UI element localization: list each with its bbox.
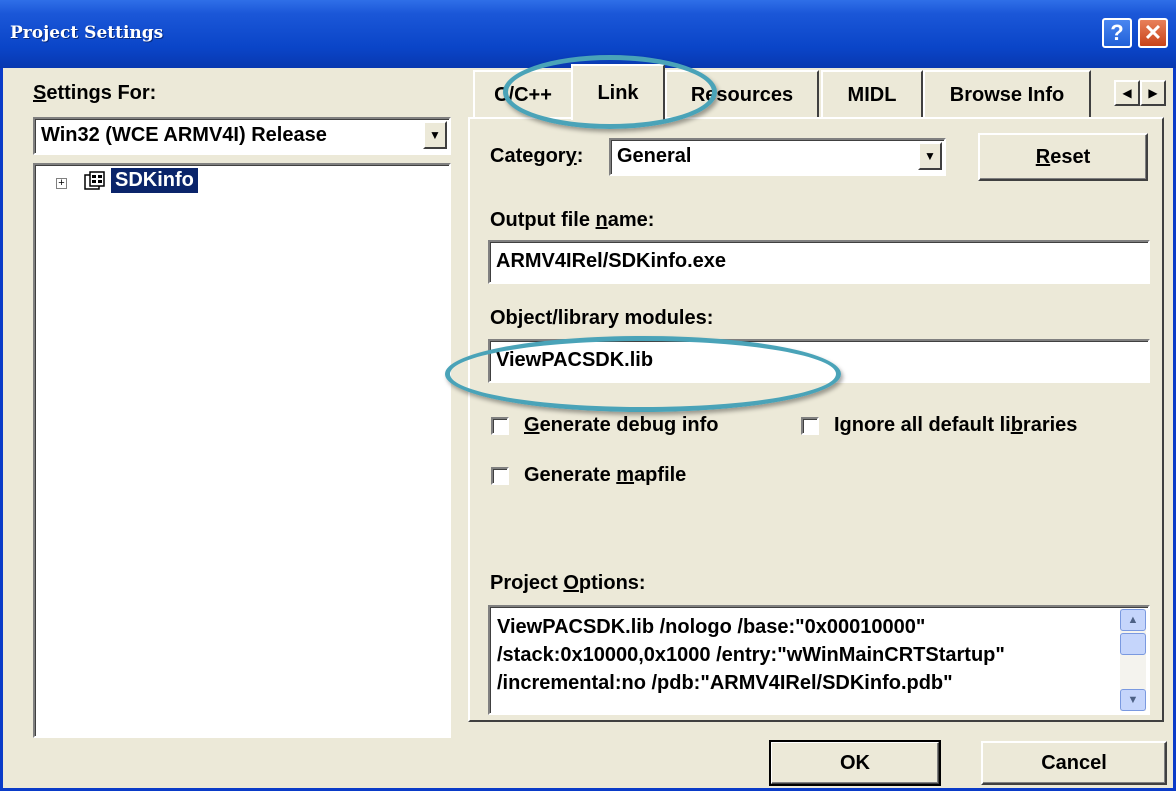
project-options-line: /incremental:no /pdb:"ARMV4IRel/SDKinfo.… (497, 672, 953, 694)
configuration-value: Win32 (WCE ARMV4I) Release (41, 124, 327, 146)
scroll-up-icon[interactable]: ▲ (1120, 609, 1146, 631)
output-file-name-label: Output file name: (490, 209, 655, 231)
project-tree[interactable]: + SDKinfo (33, 163, 451, 738)
output-file-name-value: ARMV4IRel/SDKinfo.exe (496, 250, 727, 272)
ok-button[interactable]: OK (769, 740, 941, 786)
tab-browse-info[interactable]: Browse Info (923, 70, 1091, 118)
tab-resources[interactable]: Resources (665, 70, 819, 118)
settings-for-label: Settings For: (33, 82, 157, 104)
ignore-default-libraries-label[interactable]: Ignore all default libraries (834, 414, 1077, 437)
project-options-line: ViewPACSDK.lib /nologo /base:"0x00010000… (497, 616, 926, 638)
category-dropdown[interactable]: General ▼ (609, 138, 946, 176)
category-label: Category: (490, 145, 584, 167)
generate-debug-info-label[interactable]: Generate debug info (524, 414, 718, 437)
tree-expander-icon[interactable]: + (56, 178, 67, 189)
ignore-default-libraries-checkbox[interactable] (801, 417, 819, 435)
generate-mapfile-checkbox[interactable] (491, 467, 509, 485)
chevron-down-icon[interactable]: ▼ (423, 121, 447, 149)
tab-link[interactable]: Link (571, 64, 665, 120)
tab-midl[interactable]: MIDL (821, 70, 923, 118)
output-file-name-input[interactable]: ARMV4IRel/SDKinfo.exe (488, 240, 1150, 284)
project-options-line: /stack:0x10000,0x1000 /entry:"wWinMainCR… (497, 644, 1005, 666)
tab-scroll-right-icon[interactable]: ▶ (1140, 80, 1166, 106)
tab-scroll-arrows: ◀ ▶ (1114, 80, 1166, 106)
cancel-button[interactable]: Cancel (981, 741, 1167, 785)
project-settings-dialog: Project Settings ? ✕ Settings For: Win32… (0, 0, 1176, 791)
generate-debug-info-checkbox[interactable] (491, 417, 509, 435)
tab-scroll-left-icon[interactable]: ◀ (1114, 80, 1140, 106)
scroll-thumb[interactable] (1120, 633, 1146, 655)
object-library-modules-input[interactable]: ViewPACSDK.lib (488, 339, 1150, 383)
help-icon: ? (1110, 20, 1124, 45)
project-options-label: Project Options: (490, 572, 646, 594)
project-options-scrollbar[interactable]: ▲ ▼ (1120, 609, 1146, 711)
reset-button[interactable]: Reset (978, 133, 1148, 181)
title-bar[interactable]: Project Settings ? ✕ (0, 0, 1176, 68)
close-button[interactable]: ✕ (1138, 18, 1168, 48)
object-library-modules-label: Object/library modules: (490, 307, 714, 329)
tab-c-cpp[interactable]: C/C++ (473, 70, 573, 118)
window-title: Project Settings (10, 23, 164, 43)
project-icon (84, 171, 105, 190)
close-icon: ✕ (1143, 20, 1163, 45)
configuration-dropdown[interactable]: Win32 (WCE ARMV4I) Release ▼ (33, 117, 451, 155)
category-value: General (617, 145, 692, 167)
object-library-modules-value: ViewPACSDK.lib (496, 349, 654, 371)
generate-mapfile-label[interactable]: Generate mapfile (524, 464, 686, 487)
project-options-textarea[interactable]: ViewPACSDK.lib /nologo /base:"0x00010000… (488, 605, 1150, 715)
chevron-down-icon[interactable]: ▼ (918, 142, 942, 170)
scroll-down-icon[interactable]: ▼ (1120, 689, 1146, 711)
help-button[interactable]: ? (1102, 18, 1132, 48)
tree-item-sdkinfo[interactable]: SDKinfo (111, 168, 198, 193)
